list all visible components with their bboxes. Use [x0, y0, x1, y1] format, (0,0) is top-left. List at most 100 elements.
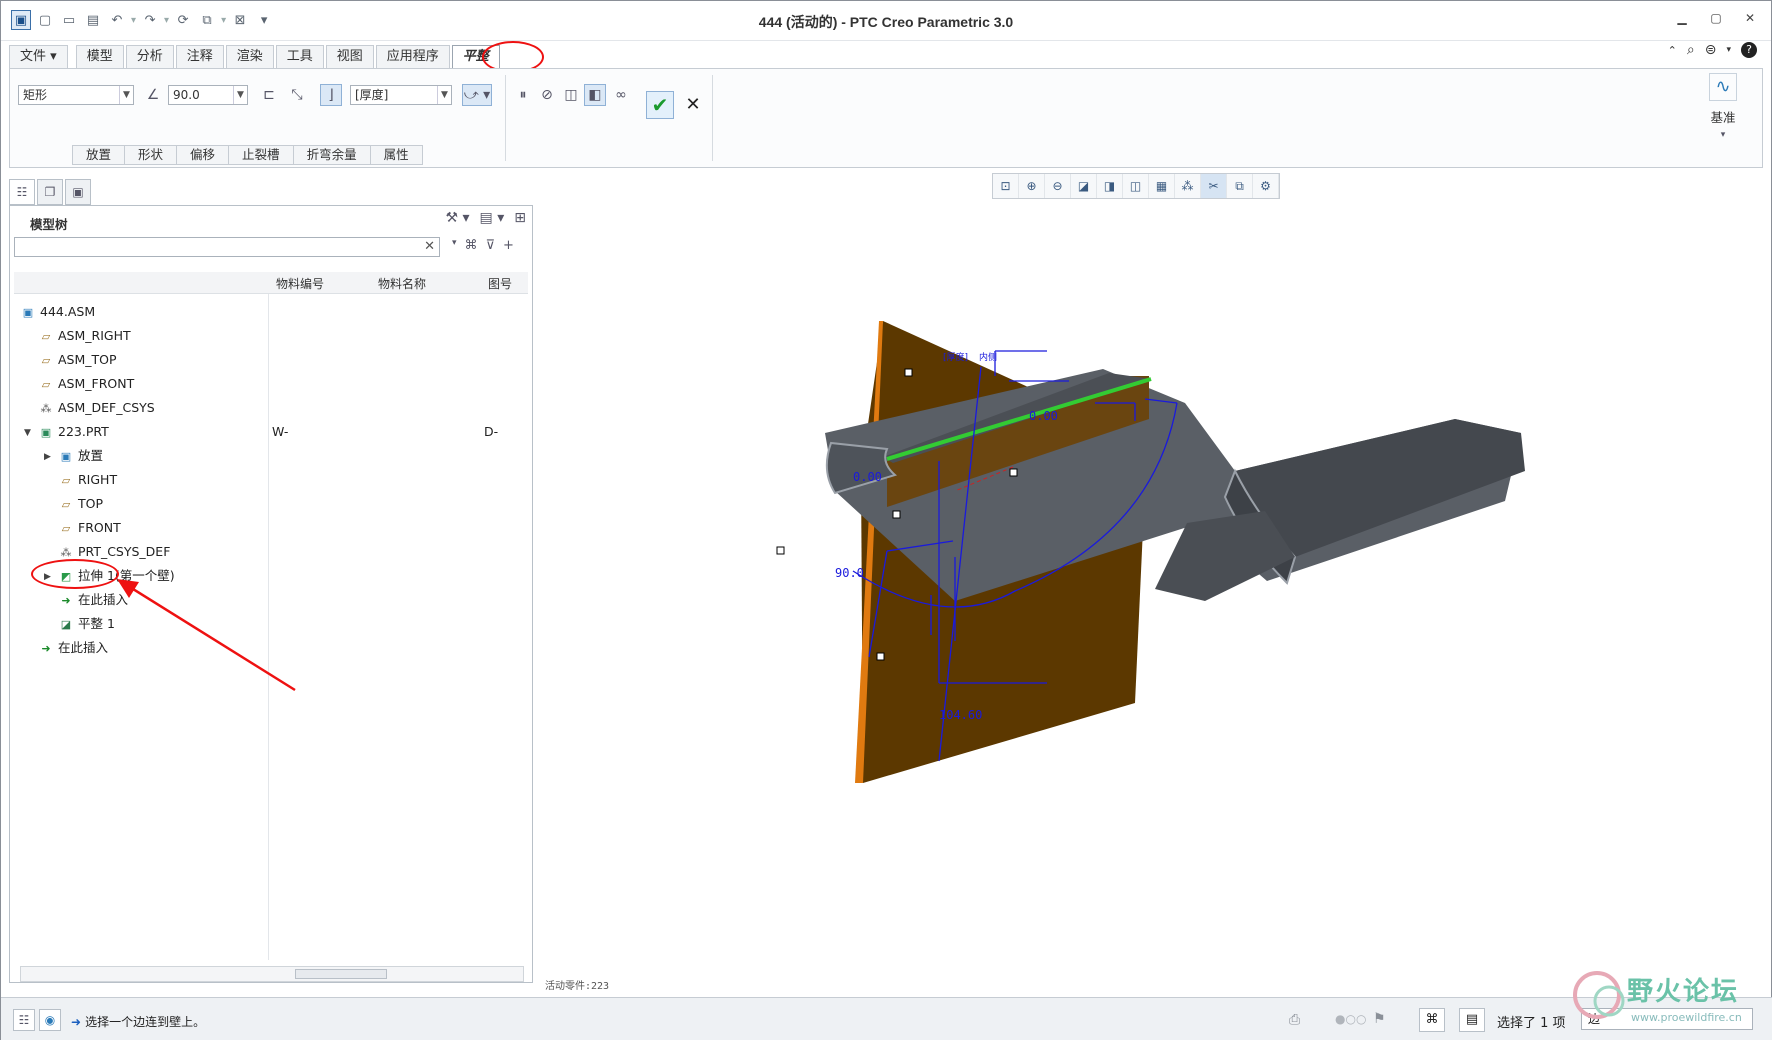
subtab-shape[interactable]: 形状	[124, 145, 178, 165]
save-icon[interactable]: ▤	[83, 10, 103, 30]
bend-radius-icon[interactable]: ⤻ ▾	[462, 84, 492, 106]
subtab-properties[interactable]: 属性	[369, 145, 423, 165]
minimize-icon[interactable]: ▁	[1675, 11, 1689, 25]
tab-tools[interactable]: 工具	[275, 45, 324, 69]
redo-icon[interactable]: ↷	[140, 10, 160, 30]
flag-icon[interactable]: ⚑	[1373, 1011, 1386, 1027]
filter-icon[interactable]: ⊽	[486, 238, 496, 253]
close-icon[interactable]: ✕	[1743, 11, 1757, 25]
selection-buffer-icon[interactable]: ▤	[1459, 1008, 1485, 1032]
tree-item-asm-top[interactable]: ▱ ASM_TOP	[38, 350, 117, 370]
datum-group[interactable]: ∿ 基准 ▾	[1698, 73, 1748, 140]
tree-item-prt-csys-def[interactable]: ⁂ PRT_CSYS_DEF	[58, 542, 171, 562]
no-preview-icon[interactable]: ⊘	[536, 84, 558, 106]
tab-applications[interactable]: 应用程序	[375, 45, 450, 69]
tree-columns-icon[interactable]: ▤ ▾	[480, 210, 505, 226]
tab-analysis[interactable]: 分析	[125, 45, 174, 69]
angle-dropdown[interactable]: 90.0 ▼	[168, 85, 248, 105]
shape-dropdown[interactable]: 矩形 ▼	[18, 85, 134, 105]
tree-item-asm-right[interactable]: ▱ ASM_RIGHT	[38, 326, 131, 346]
col-item-number[interactable]: 物料编号	[276, 275, 324, 292]
col-item-name[interactable]: 物料名称	[378, 275, 426, 292]
tree-item-insert-here-outer[interactable]: ➜ 在此插入	[38, 638, 108, 658]
undo-icon[interactable]: ↶	[107, 10, 127, 30]
model-tree-tab-icon[interactable]: ☷	[9, 179, 35, 205]
creo-app-icon[interactable]: ▣	[11, 10, 31, 30]
regenerate-icon[interactable]: ⟳	[173, 10, 193, 30]
dim-angle-value[interactable]: 90.0	[835, 566, 864, 580]
close-window-icon[interactable]: ⊠	[230, 10, 250, 30]
label-inside[interactable]: 内侧	[979, 351, 997, 363]
drag-handle[interactable]	[1009, 468, 1018, 477]
tree-item-placement[interactable]: ▣ 放置	[58, 446, 103, 466]
undo-dropdown-icon[interactable]: ▾	[131, 15, 136, 26]
windows-icon[interactable]: ⧉	[197, 10, 217, 30]
expand-223-prt-icon[interactable]: ▼	[24, 428, 31, 438]
favorites-tab-icon[interactable]: ▣	[65, 179, 91, 205]
subtab-relief[interactable]: 止裂槽	[228, 145, 294, 165]
dim-top-value[interactable]: 0.00	[853, 470, 882, 484]
tree-item-223-prt[interactable]: ▣ 223.PRT	[38, 422, 109, 442]
drag-handle[interactable]	[904, 368, 913, 377]
dim-right-value[interactable]: 0.00	[1029, 409, 1058, 423]
verify-preview-icon[interactable]: ◧	[584, 84, 606, 106]
community-icon[interactable]: ⊜	[1705, 42, 1717, 58]
apply-check-icon[interactable]: ✔	[646, 91, 674, 119]
open-file-icon[interactable]: ▭	[59, 10, 79, 30]
drag-handle[interactable]	[892, 510, 901, 519]
expand-placement-icon[interactable]: ▶	[44, 452, 51, 462]
search-icon[interactable]: ⌕	[1687, 42, 1695, 58]
tab-file[interactable]: 文件 ▾	[9, 45, 68, 69]
help-icon[interactable]: ?	[1741, 42, 1757, 58]
help-dropdown-icon[interactable]: ▾	[1726, 45, 1731, 55]
glasses-preview-icon[interactable]: ∞	[610, 84, 632, 106]
model-tree-search-input[interactable]: ✕	[14, 237, 440, 257]
expand-extrude-icon[interactable]: ▶	[44, 572, 51, 582]
tab-annotate[interactable]: 注释	[175, 45, 224, 69]
reverse-direction-icon[interactable]: ⤡	[286, 84, 308, 106]
tab-render[interactable]: 渲染	[225, 45, 274, 69]
thickness-dropdown[interactable]: [厚度] ▼	[350, 85, 452, 105]
minimize-ribbon-icon[interactable]: ⌃	[1668, 44, 1677, 57]
flip-profile-icon[interactable]: ⊏	[258, 84, 280, 106]
pause-icon[interactable]: ⏸	[512, 84, 534, 106]
tab-view[interactable]: 视图	[325, 45, 374, 69]
col-drawing-number[interactable]: 图号	[488, 275, 512, 292]
tree-item-asm-front[interactable]: ▱ ASM_FRONT	[38, 374, 134, 394]
print-icon[interactable]: ⎙	[1289, 1012, 1300, 1028]
cancel-x-icon[interactable]: ✕	[682, 93, 704, 115]
tree-filter-icon[interactable]: ⊞	[514, 210, 526, 226]
add-bend-icon[interactable]: ⌋	[320, 84, 342, 106]
maximize-icon[interactable]: ▢	[1709, 11, 1723, 25]
redo-dropdown-icon[interactable]: ▾	[164, 15, 169, 26]
tree-item-flat-1[interactable]: ◪ 平整 1	[58, 614, 115, 634]
tree-item-444-asm[interactable]: ▣ 444.ASM	[20, 302, 95, 322]
customize-qat-icon[interactable]: ▾	[254, 10, 274, 30]
tree-settings-icon[interactable]: ⚒ ▾	[446, 210, 470, 226]
show-navigator-icon[interactable]: ☷	[13, 1009, 35, 1031]
dim-length-value[interactable]: 104.60	[939, 708, 982, 722]
tree-item-front[interactable]: ▱ FRONT	[58, 518, 121, 538]
model-tree-horizontal-scrollbar[interactable]	[20, 966, 524, 982]
label-thickness[interactable]: [厚度]	[943, 351, 968, 363]
sheetmetal-model[interactable]: 0.00 0.00 90.0 104.60 [厚度] 内侧	[535, 171, 1763, 991]
add-icon[interactable]: +	[503, 238, 514, 253]
subtab-bend-allowance[interactable]: 折弯余量	[292, 145, 371, 165]
find-binoculars-icon[interactable]: ⌘	[465, 238, 478, 253]
tree-item-right[interactable]: ▱ RIGHT	[58, 470, 117, 490]
windows-dropdown-icon[interactable]: ▾	[221, 15, 226, 26]
scrollbar-thumb[interactable]	[295, 969, 387, 979]
browser-icon[interactable]: ◉	[39, 1009, 61, 1031]
drag-handle[interactable]	[876, 652, 885, 661]
folder-browser-tab-icon[interactable]: ❐	[37, 179, 63, 205]
tab-flat[interactable]: 平整	[451, 45, 500, 69]
subtab-offset[interactable]: 偏移	[176, 145, 230, 165]
geometry-preview-icon[interactable]: ◫	[560, 84, 582, 106]
tree-item-top[interactable]: ▱ TOP	[58, 494, 103, 514]
find-icon[interactable]: ⌘	[1419, 1008, 1445, 1032]
new-file-icon[interactable]: ▢	[35, 10, 55, 30]
clear-search-icon[interactable]: ✕	[424, 239, 435, 254]
tab-model[interactable]: 模型	[75, 45, 124, 69]
subtab-placement[interactable]: 放置	[72, 145, 126, 165]
search-dropdown-icon[interactable]: ▾	[452, 238, 457, 253]
